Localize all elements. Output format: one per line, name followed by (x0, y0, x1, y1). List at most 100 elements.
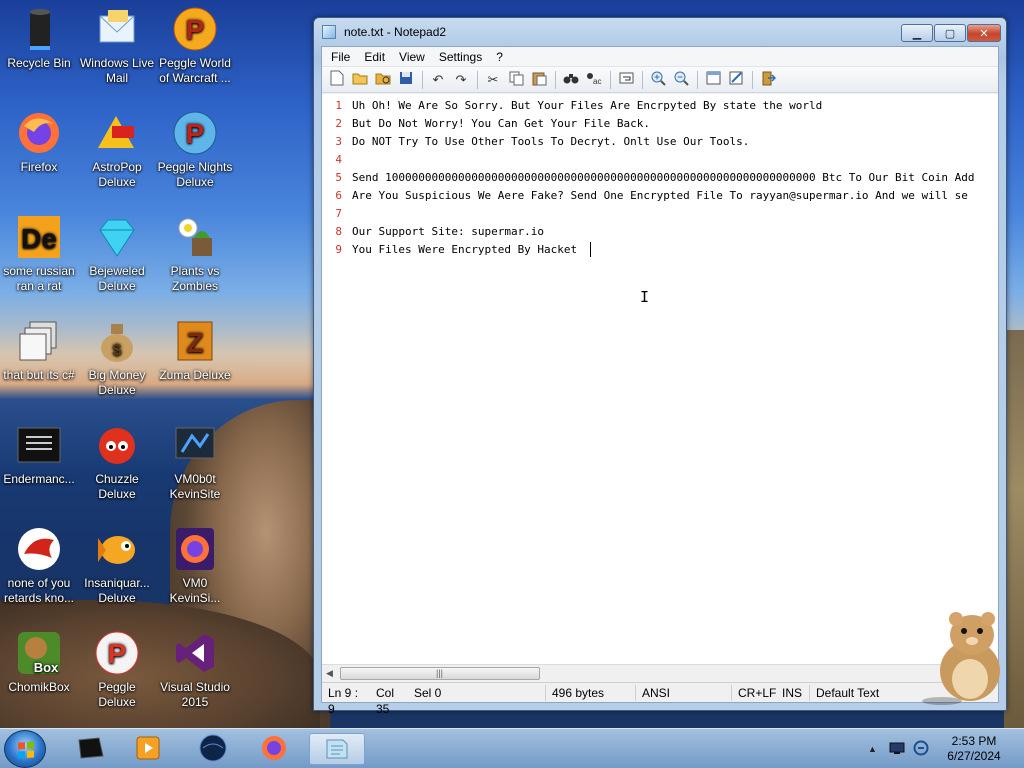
black-app-icon (75, 736, 105, 763)
menu-file[interactable]: File (324, 50, 357, 64)
browse-button[interactable] (372, 69, 394, 91)
clock-time: 2:53 PM (951, 734, 997, 748)
text-line[interactable]: Are You Suspicious We Aere Fake? Send On… (352, 187, 968, 205)
scroll-left-icon[interactable]: ◀ (326, 668, 333, 679)
exit-button[interactable] (757, 69, 779, 91)
zoom-out-button[interactable] (670, 69, 692, 91)
svg-text:ac: ac (593, 77, 601, 85)
clock[interactable]: 2:53 PM 6/27/2024 (938, 734, 1010, 764)
desktop-icon-some-russian[interactable]: De some russian ran a rat (0, 214, 78, 294)
scrollbar-thumb[interactable]: ||| (340, 667, 540, 680)
vm-icon (172, 422, 218, 468)
peggle-icon: P (172, 6, 218, 52)
text-line[interactable]: Uh Oh! We Are So Sorry. But Your Files A… (352, 97, 822, 115)
desktop-icon-peggle-wow[interactable]: P Peggle World of Warcraft ... (156, 6, 234, 86)
zoom-in-button[interactable] (647, 69, 669, 91)
desktop-icon-that-but-csharp[interactable]: that but its c# (0, 318, 78, 383)
text-line[interactable]: Our Support Site: supermar.io (352, 223, 544, 241)
network-icon[interactable] (889, 741, 905, 758)
text-line[interactable]: But Do Not Worry! You Can Get Your File … (352, 115, 650, 133)
notepad2-window[interactable]: note.txt - Notepad2 ▁ ▢ ✕ File Edit View… (313, 17, 1007, 716)
title-bar[interactable]: note.txt - Notepad2 ▁ ▢ ✕ (314, 18, 1006, 44)
notepad-app-icon (322, 25, 336, 39)
window-client: File Edit View Settings ? ↶ ↷ ✂ ac 1 Uh … (321, 46, 999, 716)
desktop-icon-bejeweled[interactable]: Bejeweled Deluxe (78, 214, 156, 294)
menu-help[interactable]: ? (489, 50, 510, 64)
desktop-icon-windows-live-mail[interactable]: Windows Live Mail (78, 6, 156, 86)
menu-view[interactable]: View (392, 50, 432, 64)
media-player-icon (135, 735, 161, 764)
status-bar: Ln 9 : 9 Col 35 Sel 0 496 bytes ANSI CR+… (322, 682, 998, 716)
customize-button[interactable] (725, 69, 747, 91)
customize-icon (729, 71, 744, 88)
visual-studio-icon (172, 630, 218, 676)
minimize-icon: ▁ (912, 27, 922, 40)
desktop-icon-endermanc[interactable]: Endermanc... (0, 422, 78, 487)
toolbar-separator (610, 70, 611, 89)
firefox-icon (16, 110, 62, 156)
desktop-icon-vm0b0t[interactable]: VM0b0t KevinSite (156, 422, 234, 502)
recycle-bin-icon (16, 6, 62, 52)
text-line[interactable]: You Files Were Encrypted By Hacket (352, 241, 577, 259)
cut-icon: ✂ (487, 71, 499, 87)
desktop-icon-astropop[interactable]: AstroPop Deluxe (78, 110, 156, 190)
line-number: 4 (335, 153, 342, 166)
redo-button[interactable]: ↷ (450, 69, 472, 91)
desktop-icon-big-money[interactable]: $ Big Money Deluxe (78, 318, 156, 398)
paste-button[interactable] (528, 69, 550, 91)
taskbar-app-globe[interactable] (187, 733, 239, 765)
plants-icon (172, 214, 218, 260)
maximize-button[interactable]: ▢ (934, 24, 966, 42)
text-editor[interactable]: 1 Uh Oh! We Are So Sorry. But Your Files… (322, 94, 998, 664)
desktop-icon-none-of-you[interactable]: none of you retards kno... (0, 526, 78, 606)
desktop-icon-firefox[interactable]: Firefox (0, 110, 78, 175)
taskbar-app-firefox[interactable] (248, 733, 300, 765)
menu-edit[interactable]: Edit (357, 50, 392, 64)
start-button[interactable] (4, 730, 46, 768)
terminal-icon (16, 422, 62, 468)
close-button[interactable]: ✕ (967, 24, 1001, 42)
desktop-icon-peggle-deluxe[interactable]: P Peggle Deluxe (78, 630, 156, 710)
desktop-icon-vm0-kevinsite[interactable]: VM0 KevinSi... (156, 526, 234, 606)
save-button[interactable] (395, 69, 417, 91)
desktop-icon-zuma[interactable]: Z Zuma Deluxe (156, 318, 234, 383)
volume-icon[interactable] (913, 740, 929, 759)
taskbar-app-notepad2[interactable] (309, 733, 365, 765)
show-hidden-icons-icon[interactable]: ▲ (868, 744, 877, 754)
desktop-icon-plants-vs-zombies[interactable]: Plants vs Zombies (156, 214, 234, 294)
svg-text:P: P (186, 14, 205, 45)
open-button[interactable] (349, 69, 371, 91)
minimize-button[interactable]: ▁ (901, 24, 933, 42)
zoom-out-icon (674, 71, 689, 89)
ibeam-cursor-icon: I (640, 288, 650, 306)
horizontal-scrollbar[interactable]: ◀ ||| (322, 664, 998, 682)
scheme-button[interactable] (702, 69, 724, 91)
red-dragon-icon (16, 526, 62, 572)
gem-icon (94, 214, 140, 260)
open-icon (352, 71, 368, 88)
text-line[interactable]: Do NOT Try To Use Other Tools To Decryt.… (352, 133, 749, 151)
menu-settings[interactable]: Settings (432, 50, 489, 64)
undo-button[interactable]: ↶ (427, 69, 449, 91)
text-line[interactable]: Send 10000000000000000000000000000000000… (352, 169, 975, 187)
toolbar-separator (555, 70, 556, 89)
new-button[interactable] (326, 69, 348, 91)
copy-button[interactable] (505, 69, 527, 91)
desktop-icon-insaniquarium[interactable]: Insaniquar... Deluxe (78, 526, 156, 606)
taskbar-app-black[interactable] (64, 733, 116, 765)
taskbar-app-media-player[interactable] (122, 733, 174, 765)
desktop-icon-peggle-nights[interactable]: P Peggle Nights Deluxe (156, 110, 234, 190)
paste-icon (532, 71, 547, 89)
money-bag-icon: $ (94, 318, 140, 364)
toolbar-separator (752, 70, 753, 89)
replace-button[interactable]: ac (583, 69, 605, 91)
desktop-icon-chomikbox[interactable]: Box ChomikBox (0, 630, 78, 695)
desktop-icon-visual-studio[interactable]: Visual Studio 2015 (156, 630, 234, 710)
line-number: 1 (335, 99, 342, 112)
desktop-icon-recycle-bin[interactable]: Recycle Bin (0, 6, 78, 71)
toolbar-separator (422, 70, 423, 89)
find-button[interactable] (560, 69, 582, 91)
cut-button[interactable]: ✂ (482, 69, 504, 91)
desktop-icon-chuzzle[interactable]: Chuzzle Deluxe (78, 422, 156, 502)
wordwrap-button[interactable] (615, 69, 637, 91)
